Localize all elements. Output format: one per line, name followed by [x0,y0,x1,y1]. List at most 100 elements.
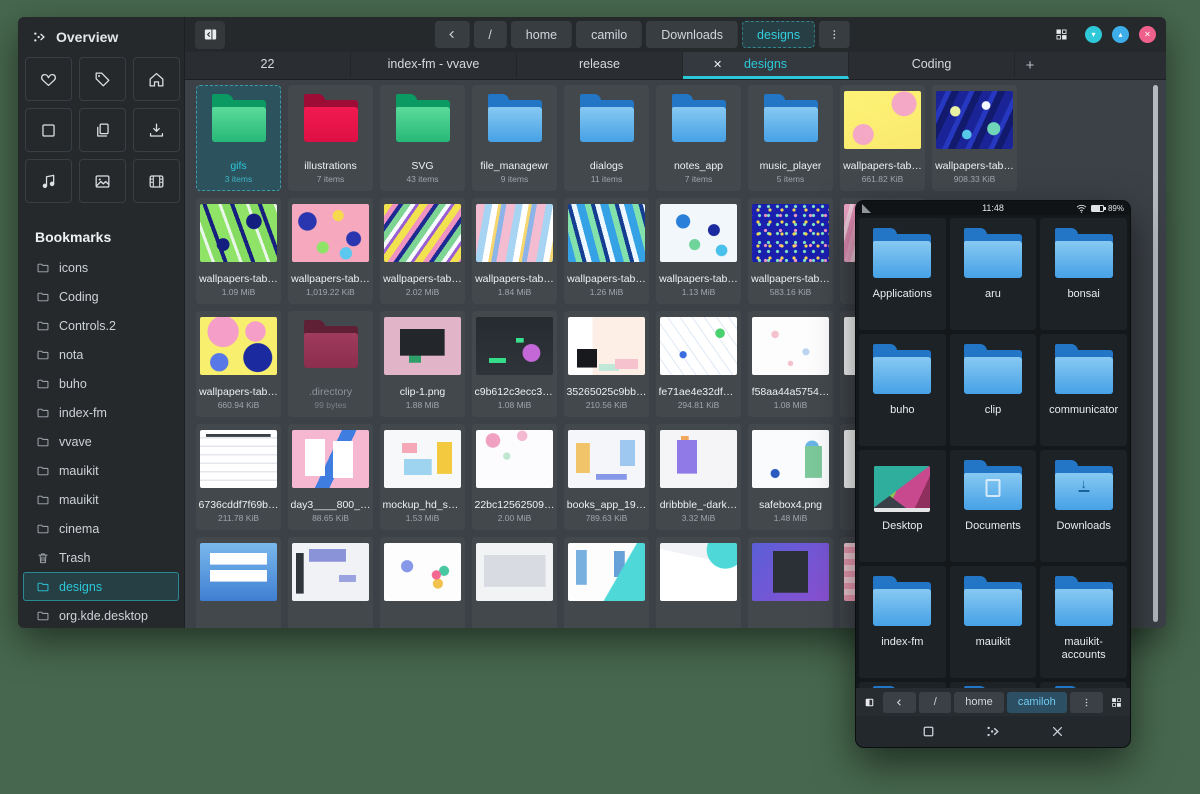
file-item[interactable]: day3____800_…88.65 KiB [288,424,373,530]
sidebar-item-mauikit[interactable]: mauikit [23,456,179,485]
file-item[interactable]: dribbble_-dark…3.32 MiB [656,424,741,530]
folder-item[interactable]: .directory99 bytes [288,311,373,417]
sidebar-item-buho[interactable]: buho [23,369,179,398]
sidebar-item-designs[interactable]: designs [23,572,179,601]
tab-22[interactable]: 22 [185,52,351,79]
file-item[interactable]: wallpapers-tab…583.16 KiB [748,198,833,304]
phone-folder-communicator[interactable]: communicator [1040,334,1127,446]
sidebar-item-cinema[interactable]: cinema [23,514,179,543]
back-button[interactable] [434,21,469,48]
breadcrumb-overflow-button[interactable] [819,21,850,48]
file-item[interactable]: 6736cddf7f69b…211.78 KiB [196,424,281,530]
quick-action-image[interactable] [79,159,126,203]
sidebar-toggle-button[interactable] [195,21,225,49]
file-item[interactable]: wallpapers-tab…1,019.22 KiB [288,198,373,304]
scrollbar[interactable] [1153,85,1158,622]
tab-index-fm-vvave[interactable]: index-fm - vvave [351,52,517,79]
sidebar-item-org.kde.desktop[interactable]: org.kde.desktop [23,601,179,628]
phone-view-grid-icon[interactable] [1110,696,1123,709]
quick-action-frame[interactable] [25,108,72,152]
file-item[interactable]: safebox4.png1.48 MiB [748,424,833,530]
file-item[interactable]: mockup_hd_sc…1.53 MiB [380,424,465,530]
tab-designs[interactable]: ✕designs [683,52,849,79]
file-item[interactable] [196,537,281,628]
breadcrumb-[interactable]: / [473,21,506,48]
file-item[interactable]: wallpapers-tab…661.82 KiB [840,85,925,191]
file-item[interactable]: c9b612c3ecc3c…1.08 MiB [472,311,557,417]
file-item[interactable] [656,537,741,628]
phone-back-button[interactable] [883,692,916,713]
phone-folder-aru[interactable]: aru [950,218,1037,330]
phone-sidebar-toggle-button[interactable] [863,696,876,709]
phone-folder-mauikit[interactable]: mauikit [950,566,1037,678]
phone-breadcrumb-camiloh[interactable]: camiloh [1007,692,1067,713]
quick-action-copy[interactable] [79,108,126,152]
file-item[interactable] [380,537,465,628]
file-item[interactable]: 35265025c9bb…210.56 KiB [564,311,649,417]
phone-folder-Applications[interactable]: Applications [859,218,946,330]
file-item[interactable] [472,537,557,628]
phone-folder-Downloads[interactable]: ↓Downloads [1040,450,1127,562]
phone-folder-Desktop[interactable]: Desktop [859,450,946,562]
phone-overflow-button[interactable] [1070,692,1103,713]
breadcrumb-camilo[interactable]: camilo [576,21,642,48]
file-item[interactable]: wallpapers-tab…2.02 MiB [380,198,465,304]
sidebar-item-mauikit[interactable]: mauikit [23,485,179,514]
tab-Coding[interactable]: Coding [849,52,1015,79]
phone-folder-buho[interactable]: buho [859,334,946,446]
file-item[interactable]: books_app_19…789.63 KiB [564,424,649,530]
sidebar-item-Trash[interactable]: Trash [23,543,179,572]
quick-action-download[interactable] [133,108,180,152]
phone-folder-index-fm[interactable]: index-fm [859,566,946,678]
phone-folder-Documents[interactable]: Documents [950,450,1037,562]
phone-folder-bonsai[interactable]: bonsai [1040,218,1127,330]
file-item[interactable]: wallpapers-tab…1.84 MiB [472,198,557,304]
view-grid-icon[interactable] [1048,22,1074,48]
quick-action-home[interactable] [133,57,180,101]
file-item[interactable]: f58aa44a5754…1.08 MiB [748,311,833,417]
sidebar-item-icons[interactable]: icons [23,253,179,282]
folder-item[interactable]: file_managewr9 items [472,85,557,191]
file-item[interactable]: wallpapers-tab…1.13 MiB [656,198,741,304]
maximize-button[interactable]: ▴ [1112,26,1129,43]
tab-close-icon[interactable]: ✕ [713,58,722,71]
folder-item[interactable]: gifs3 items [196,85,281,191]
folder-item[interactable]: illustrations7 items [288,85,373,191]
phone-nav-close-button[interactable] [1049,723,1066,740]
minimize-button[interactable]: ▾ [1085,26,1102,43]
breadcrumb-Downloads[interactable]: Downloads [646,21,738,48]
phone-breadcrumb-root[interactable]: / [919,692,951,713]
quick-action-heart[interactable] [25,57,72,101]
phone-folder-mauikit-accounts[interactable]: mauikit-accounts [1040,566,1127,678]
quick-action-video[interactable] [133,159,180,203]
file-item[interactable] [288,537,373,628]
file-item[interactable]: clip-1.png1.88 MiB [380,311,465,417]
sidebar-item-index-fm[interactable]: index-fm [23,398,179,427]
folder-item[interactable]: SVG43 items [380,85,465,191]
folder-item[interactable]: music_player5 items [748,85,833,191]
phone-breadcrumb-home[interactable]: home [954,692,1004,713]
file-item[interactable]: wallpapers-tab…1.26 MiB [564,198,649,304]
phone-nav-overview-button[interactable] [984,723,1001,740]
add-tab-button[interactable]: + [1015,52,1045,79]
sidebar-item-nota[interactable]: nota [23,340,179,369]
quick-action-tag[interactable] [79,57,126,101]
file-item[interactable]: wallpapers-tab…660.94 KiB [196,311,281,417]
file-item[interactable] [748,537,833,628]
sidebar-item-Coding[interactable]: Coding [23,282,179,311]
close-button[interactable]: ✕ [1139,26,1156,43]
file-item[interactable] [564,537,649,628]
phone-folder-clip[interactable]: clip [950,334,1037,446]
quick-action-music[interactable] [25,159,72,203]
tab-release[interactable]: release [517,52,683,79]
folder-item[interactable]: dialogs11 items [564,85,649,191]
file-item[interactable]: wallpapers-tab…908.33 KiB [932,85,1017,191]
sidebar-item-Controls.2[interactable]: Controls.2 [23,311,179,340]
phone-nav-windows-button[interactable] [920,723,937,740]
folder-item[interactable]: notes_app7 items [656,85,741,191]
file-item[interactable]: fe71ae4e32dfb…294.81 KiB [656,311,741,417]
sidebar-item-vvave[interactable]: vvave [23,427,179,456]
breadcrumb-home[interactable]: home [511,21,572,48]
file-item[interactable]: 22bc12562509…2.00 MiB [472,424,557,530]
breadcrumb-designs[interactable]: designs [742,21,815,48]
